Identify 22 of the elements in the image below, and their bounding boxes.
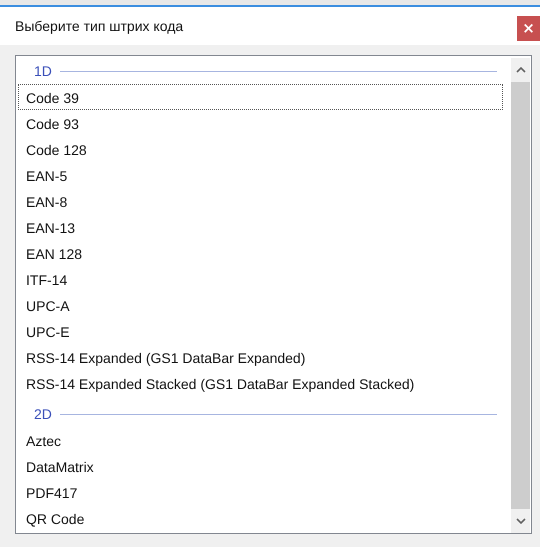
list-item[interactable]: UPC-A: [18, 292, 503, 318]
list-item[interactable]: DataMatrix: [18, 453, 503, 479]
list-item[interactable]: ITF-14: [18, 266, 503, 292]
dialog-title: Выберите тип штрих кода: [15, 18, 184, 34]
scroll-down-icon[interactable]: [516, 518, 526, 524]
list-item[interactable]: Code 128: [18, 136, 503, 162]
list-item[interactable]: QR Code: [18, 505, 503, 531]
list-item[interactable]: Aztec: [18, 427, 503, 453]
list-item[interactable]: PDF417: [18, 479, 503, 505]
list-item[interactable]: Code 93: [18, 110, 503, 136]
group-header: 2D: [34, 406, 52, 422]
close-button[interactable]: ×: [517, 16, 540, 40]
list-item[interactable]: Code 39: [18, 84, 503, 110]
list-item[interactable]: EAN 128: [18, 240, 503, 266]
list-item[interactable]: UPC-E: [18, 318, 503, 344]
group-header: 1D: [34, 63, 52, 79]
list-item[interactable]: RSS-14 Expanded (GS1 DataBar Expanded): [18, 344, 503, 370]
list-item[interactable]: EAN-13: [18, 214, 503, 240]
list-item[interactable]: EAN-8: [18, 188, 503, 214]
scroll-up-icon[interactable]: [516, 67, 526, 73]
list-item[interactable]: RSS-14 Expanded Stacked (GS1 DataBar Expanded Stacked): [18, 370, 503, 396]
list-item[interactable]: EAN-5: [18, 162, 503, 188]
